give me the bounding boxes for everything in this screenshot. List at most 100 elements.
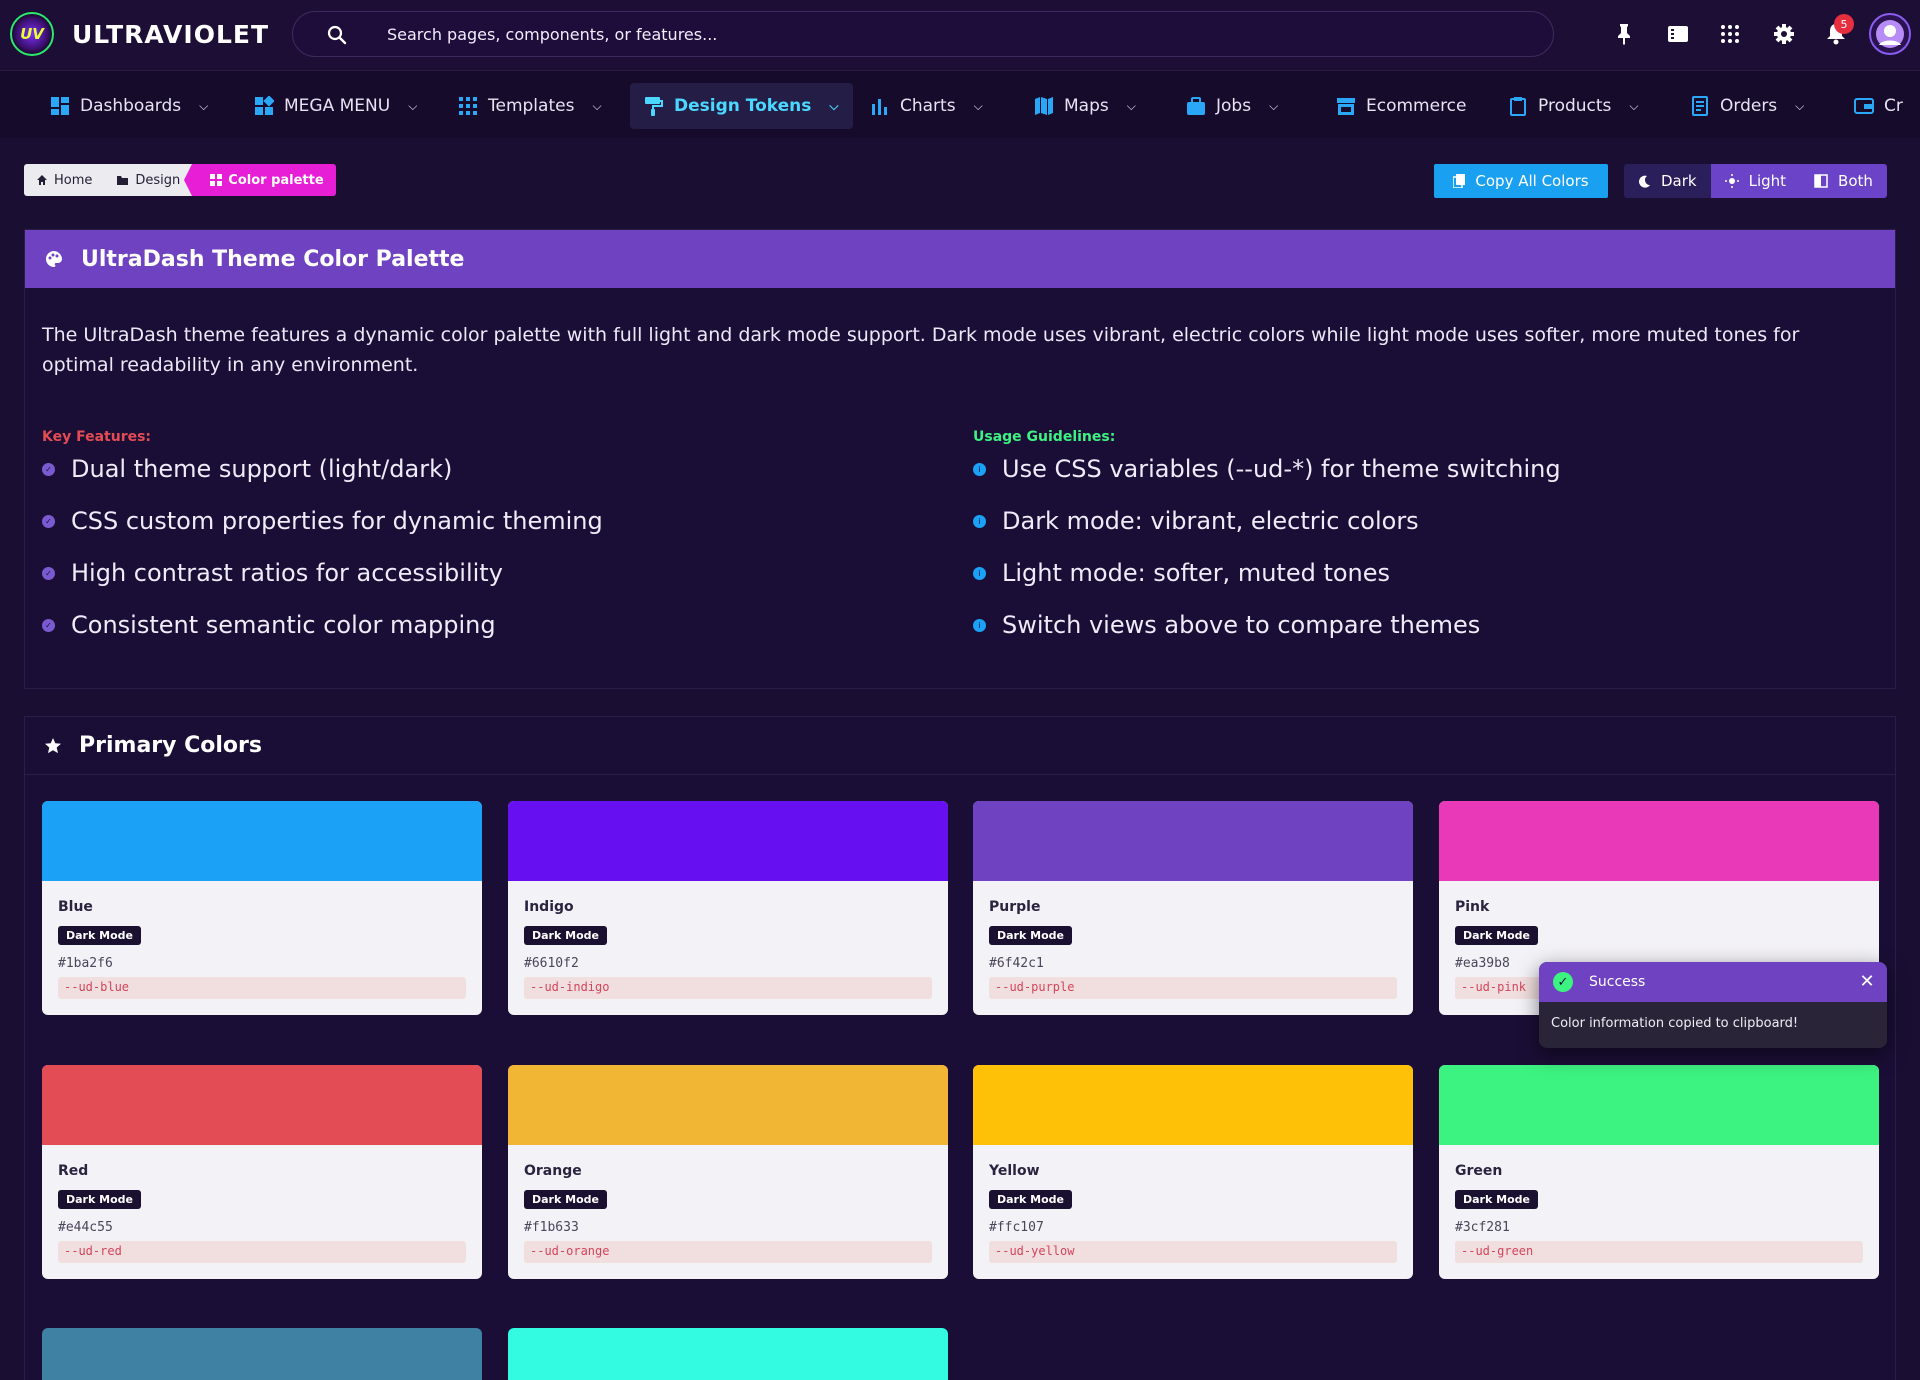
color-block — [42, 1065, 482, 1145]
guideline-text: Light mode: softer, muted tones — [1002, 559, 1391, 587]
gear-icon[interactable] — [1770, 20, 1798, 48]
breadcrumb-current: Color palette — [184, 164, 336, 196]
color-swatch-purple[interactable]: Purple Dark Mode #6f42c1 --ud-purple — [973, 801, 1413, 1015]
color-hex: #f1b633 — [524, 1220, 579, 1235]
nav-products[interactable]: Products ⌵ — [1494, 83, 1653, 129]
intro-description: The UltraDash theme features a dynamic c… — [42, 324, 1800, 376]
color-swatch-teal[interactable] — [508, 1328, 948, 1380]
info-circle-icon: i — [973, 514, 986, 528]
color-block — [508, 1328, 948, 1380]
info-circle-icon: i — [973, 618, 986, 632]
dashboard-icon — [51, 97, 69, 115]
nav-label: Jobs — [1216, 96, 1252, 116]
nav-label: Products — [1538, 96, 1612, 116]
breadcrumb: Home Design Color palette — [24, 164, 336, 196]
star-icon — [45, 737, 61, 753]
copy-all-colors-button[interactable]: Copy All Colors — [1434, 164, 1608, 198]
both-modes-button[interactable]: Both — [1800, 164, 1887, 198]
paint-roller-icon — [645, 97, 663, 116]
guideline-text: Use CSS variables (--ud-*) for theme swi… — [1002, 455, 1561, 483]
breadcrumb-design[interactable]: Design — [104, 164, 193, 196]
avatar[interactable] — [1869, 13, 1911, 55]
nav-label: Dashboards — [80, 96, 182, 116]
card-header: UltraDash Theme Color Palette — [25, 230, 1895, 288]
color-hex: #ffc107 — [989, 1220, 1044, 1235]
color-swatch-cyan[interactable] — [42, 1328, 482, 1380]
check-circle-icon: ✓ — [42, 566, 55, 580]
feature-text: Dual theme support (light/dark) — [71, 455, 453, 483]
breadcrumb-label: Home — [54, 172, 93, 188]
nav-charts[interactable]: Charts ⌵ — [856, 83, 997, 129]
mode-badge: Dark Mode — [989, 926, 1072, 945]
apps-grid-icon[interactable] — [1716, 20, 1744, 48]
color-block — [42, 801, 482, 881]
guideline-text: Switch views above to compare themes — [1002, 611, 1481, 639]
nav-templates[interactable]: Templates ⌵ — [444, 83, 616, 129]
breadcrumb-label: Color palette — [228, 172, 324, 188]
moon-icon — [1639, 175, 1650, 188]
pin-icon[interactable] — [1610, 20, 1638, 48]
color-swatch-yellow[interactable]: Yellow Dark Mode #ffc107 --ud-yellow — [973, 1065, 1413, 1279]
color-name: Red — [58, 1163, 89, 1179]
logo[interactable]: UV — [10, 12, 54, 56]
nav-dashboards[interactable]: Dashboards ⌵ — [36, 83, 222, 129]
chevron-down-icon: ⌵ — [1126, 98, 1136, 113]
home-icon — [37, 175, 47, 185]
breadcrumb-label: Design — [135, 172, 181, 188]
map-icon — [1035, 97, 1053, 115]
nav-overflow[interactable]: Cr — [1840, 83, 1920, 129]
briefcase-icon — [1187, 97, 1205, 115]
guidelines-title: Usage Guidelines: — [973, 429, 1116, 445]
color-block — [1439, 801, 1879, 881]
light-label: Light — [1748, 172, 1787, 190]
css-variable: --ud-yellow — [989, 1241, 1397, 1263]
color-swatch-green[interactable]: Green Dark Mode #3cf281 --ud-green — [1439, 1065, 1879, 1279]
light-mode-button[interactable]: Light — [1710, 164, 1801, 198]
both-label: Both — [1838, 172, 1873, 190]
color-block — [1439, 1065, 1879, 1145]
mode-badge: Dark Mode — [989, 1190, 1072, 1209]
notification-badge: 5 — [1834, 14, 1854, 34]
wallet-icon — [1854, 98, 1874, 114]
chevron-down-icon: ⌵ — [592, 98, 602, 113]
check-circle-icon: ✓ — [1553, 972, 1573, 992]
nav-design-tokens[interactable]: Design Tokens ⌵ — [630, 83, 853, 129]
mode-badge: Dark Mode — [524, 1190, 607, 1209]
card-title: Primary Colors — [79, 733, 262, 758]
nav-jobs[interactable]: Jobs ⌵ — [1172, 83, 1292, 129]
color-swatch-indigo[interactable]: Indigo Dark Mode #6610f2 --ud-indigo — [508, 801, 948, 1015]
search-input[interactable] — [387, 12, 1487, 56]
palette-intro-card: UltraDash Theme Color Palette The UltraD… — [24, 229, 1896, 689]
search-icon — [327, 25, 347, 45]
nav-label: Design Tokens — [674, 96, 812, 116]
folder-icon — [117, 175, 129, 185]
mega-menu-icon — [255, 96, 274, 115]
feature-item: ✓ Consistent semantic color mapping — [42, 611, 496, 639]
color-swatch-blue[interactable]: Blue Dark Mode #1ba2f6 --ud-blue — [42, 801, 482, 1015]
main-nav: Dashboards ⌵ MEGA MENU ⌵ Templates ⌵ Design… — [0, 70, 1920, 138]
color-name: Purple — [989, 899, 1041, 915]
clipboard-icon — [1510, 97, 1526, 116]
nav-maps[interactable]: Maps ⌵ — [1020, 83, 1150, 129]
breadcrumb-home[interactable]: Home — [24, 164, 105, 196]
color-swatch-orange[interactable]: Orange Dark Mode #f1b633 --ud-orange — [508, 1065, 948, 1279]
chevron-down-icon: ⌵ — [973, 98, 983, 113]
guideline-item: i Light mode: softer, muted tones — [973, 559, 1390, 587]
chevron-down-icon: ⌵ — [1269, 98, 1279, 113]
mode-badge: Dark Mode — [524, 926, 607, 945]
search-bar — [292, 11, 1554, 57]
color-name: Pink — [1455, 899, 1490, 915]
sidebar-toggle-icon[interactable] — [1664, 20, 1692, 48]
mode-badge: Dark Mode — [58, 1190, 141, 1209]
color-hex: #3cf281 — [1455, 1220, 1510, 1235]
info-circle-icon: i — [973, 566, 986, 580]
palette-icon — [46, 251, 62, 267]
color-swatch-red[interactable]: Red Dark Mode #e44c55 --ud-red — [42, 1065, 482, 1279]
css-variable: --ud-orange — [524, 1241, 932, 1263]
dark-mode-button[interactable]: Dark — [1624, 164, 1711, 198]
nav-ecommerce[interactable]: Ecommerce — [1322, 83, 1481, 129]
nav-orders[interactable]: Orders ⌵ — [1676, 83, 1818, 129]
close-icon[interactable]: ✕ — [1857, 972, 1877, 992]
nav-mega-menu[interactable]: MEGA MENU ⌵ — [240, 83, 431, 129]
success-toast: ✓ Success ✕ Color information copied to … — [1539, 962, 1887, 1048]
